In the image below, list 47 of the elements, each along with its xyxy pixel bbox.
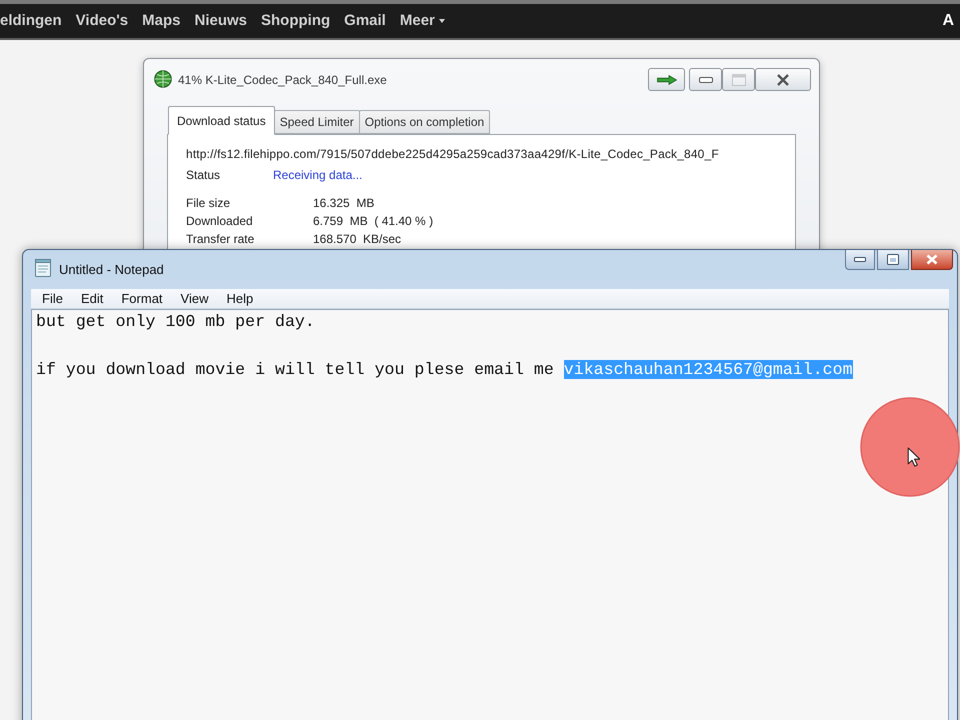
menu-item[interactable]: View [172,290,218,308]
field-label: Downloaded [186,213,254,230]
field-label: Transfer rate [186,231,256,248]
menu-item[interactable]: Format [112,290,172,308]
menu-item[interactable]: File [33,290,72,308]
notepad-icon [35,259,51,277]
globe-icon [154,70,172,88]
text-editor-field[interactable]: but get only 100 mb per day. if you download movie i will tell you plese email me vikaschauhan1234567@gmail.com [31,309,949,720]
nav-link[interactable]: Meer [400,10,445,32]
field-value: 16.325 MB [313,195,374,212]
maximize-icon [732,74,746,86]
maximize-icon [887,254,899,265]
maximize-button[interactable] [877,250,909,270]
field-value: 168.570 KB/sec [313,231,402,248]
url-text: http://fs12.filehippo.com/7915/507ddebe225d4295a259cad373aa429f/K-Lite_Codec_Pack_840_F [186,146,720,163]
field-label: File size [186,195,232,212]
minimize-icon [854,257,866,262]
header-text: A [942,11,954,31]
menu-item[interactable]: Help [217,290,262,308]
field-value: 6.759 MB ( 41.40 % ) [313,213,434,230]
close-button[interactable] [755,68,811,91]
minimize-icon [698,76,712,82]
arrow-icon [656,74,676,84]
nav-link[interactable]: Shopping [261,10,330,32]
tab[interactable]: Speed Limiter [274,110,360,134]
close-icon [777,74,789,86]
mouse-pointer-icon [907,447,920,467]
selected-text: vikaschauhan1234567@gmail.com [564,360,853,379]
status-text: Receiving data... [273,167,362,184]
document-text: but get only 100 mb per day. if you download movie i will tell you plese email me [36,312,555,379]
nav-link[interactable]: Gmail [344,10,386,32]
window-title: Untitled - Notepad [59,261,164,279]
menu-item[interactable]: Edit [72,290,112,308]
nav-link[interactable]: Maps [142,10,180,32]
field-label: Status [186,167,222,184]
nav-link[interactable]: eldingen [0,10,62,32]
arrow-button[interactable] [648,68,685,91]
minimize-button[interactable] [845,250,875,270]
nav-link[interactable]: Video's [76,10,128,32]
minimize-button[interactable] [689,68,722,91]
tab[interactable]: Options on completion [358,110,490,134]
tab[interactable]: Download status [168,106,275,135]
close-button[interactable] [911,250,953,270]
window-title: 41% K-Lite_Codec_Pack_840_Full.exe [178,72,387,89]
click-highlight-icon [860,397,960,497]
nav-link[interactable]: Nieuws [194,10,248,32]
close-icon [926,254,938,265]
